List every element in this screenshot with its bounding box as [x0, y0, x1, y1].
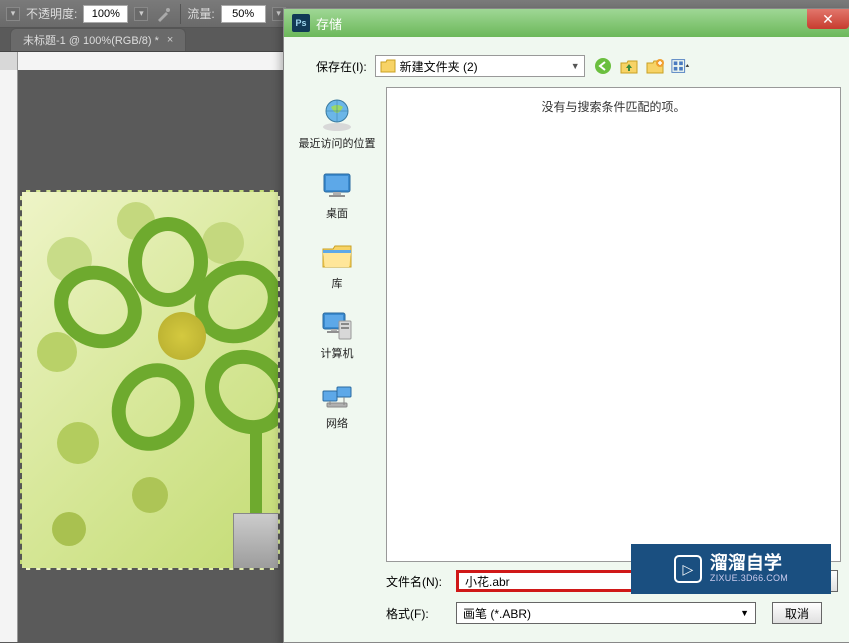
- flower-artwork: [78, 227, 280, 447]
- pressure-opacity-icon[interactable]: [154, 4, 174, 24]
- places-sidebar: 最近访问的位置 桌面 库 计算机: [292, 87, 382, 562]
- place-recent[interactable]: 最近访问的位置: [292, 91, 382, 157]
- place-label: 最近访问的位置: [299, 135, 376, 151]
- document-tab[interactable]: 未标题-1 @ 100%(RGB/8) * ×: [10, 28, 186, 51]
- dialog-title: 存储: [316, 14, 342, 33]
- format-dropdown[interactable]: 画笔 (*.ABR) ▼: [456, 602, 756, 624]
- location-dropdown[interactable]: 新建文件夹 (2) ▼: [375, 55, 585, 77]
- back-icon[interactable]: [593, 56, 613, 76]
- format-row: 格式(F): 画笔 (*.ABR) ▼ 取消: [386, 602, 841, 624]
- dialog-titlebar[interactable]: Ps 存储 ✕: [284, 9, 849, 37]
- network-icon: [319, 377, 355, 413]
- watermark: ▷ 溜溜自学 ZIXUE.3D66.COM: [631, 544, 831, 594]
- filename-label: 文件名(N):: [386, 573, 446, 590]
- ruler-vertical: [0, 70, 18, 642]
- save-in-row: 保存在(I): 新建文件夹 (2) ▼: [316, 55, 839, 77]
- watermark-text: 溜溜自学 ZIXUE.3D66.COM: [710, 554, 788, 584]
- file-list-area[interactable]: 没有与搜索条件匹配的项。: [386, 87, 841, 562]
- location-text: 新建文件夹 (2): [400, 58, 478, 75]
- watermark-brand: 溜溜自学: [710, 554, 788, 574]
- flower-pot: [233, 513, 280, 570]
- decor-dot: [52, 512, 86, 546]
- nav-toolbar: [593, 56, 691, 76]
- new-folder-icon[interactable]: [645, 56, 665, 76]
- decor-dot: [132, 477, 168, 513]
- place-desktop[interactable]: 桌面: [292, 161, 382, 227]
- place-label: 桌面: [326, 205, 348, 221]
- separator: [180, 4, 181, 24]
- dropdown-toggle[interactable]: ▾: [6, 7, 20, 21]
- save-in-label: 保存在(I):: [316, 58, 367, 75]
- cancel-button[interactable]: 取消: [772, 602, 822, 624]
- decor-dot: [37, 332, 77, 372]
- flow-label: 流量:: [187, 5, 214, 22]
- place-label: 计算机: [321, 345, 354, 361]
- desktop-icon: [319, 167, 355, 203]
- close-tab-icon[interactable]: ×: [167, 34, 173, 46]
- empty-message: 没有与搜索条件匹配的项。: [387, 88, 840, 125]
- ruler-corner: [0, 52, 18, 70]
- format-label: 格式(F):: [386, 605, 446, 622]
- opacity-label: 不透明度:: [26, 5, 77, 22]
- photoshop-icon: Ps: [292, 14, 310, 32]
- up-icon[interactable]: [619, 56, 639, 76]
- doc-tab-title: 未标题-1 @ 100%(RGB/8) *: [23, 32, 159, 48]
- canvas[interactable]: [20, 190, 280, 570]
- place-label: 网络: [326, 415, 348, 431]
- recent-places-icon: [319, 97, 355, 133]
- opacity-input[interactable]: [83, 5, 128, 23]
- watermark-url: ZIXUE.3D66.COM: [710, 574, 788, 584]
- place-library[interactable]: 库: [292, 231, 382, 297]
- library-icon: [319, 237, 355, 273]
- place-label: 库: [332, 275, 343, 291]
- play-icon: ▷: [674, 555, 702, 583]
- opacity-stepper[interactable]: ▾: [134, 7, 148, 21]
- place-network[interactable]: 网络: [292, 371, 382, 437]
- format-value: 画笔 (*.ABR): [463, 605, 531, 622]
- computer-icon: [319, 307, 355, 343]
- place-computer[interactable]: 计算机: [292, 301, 382, 367]
- flow-input[interactable]: [221, 5, 266, 23]
- chevron-down-icon[interactable]: ▼: [571, 61, 580, 71]
- folder-icon: [380, 59, 396, 73]
- view-menu-icon[interactable]: [671, 56, 691, 76]
- chevron-down-icon: ▼: [740, 608, 749, 618]
- dialog-close-button[interactable]: ✕: [807, 9, 849, 29]
